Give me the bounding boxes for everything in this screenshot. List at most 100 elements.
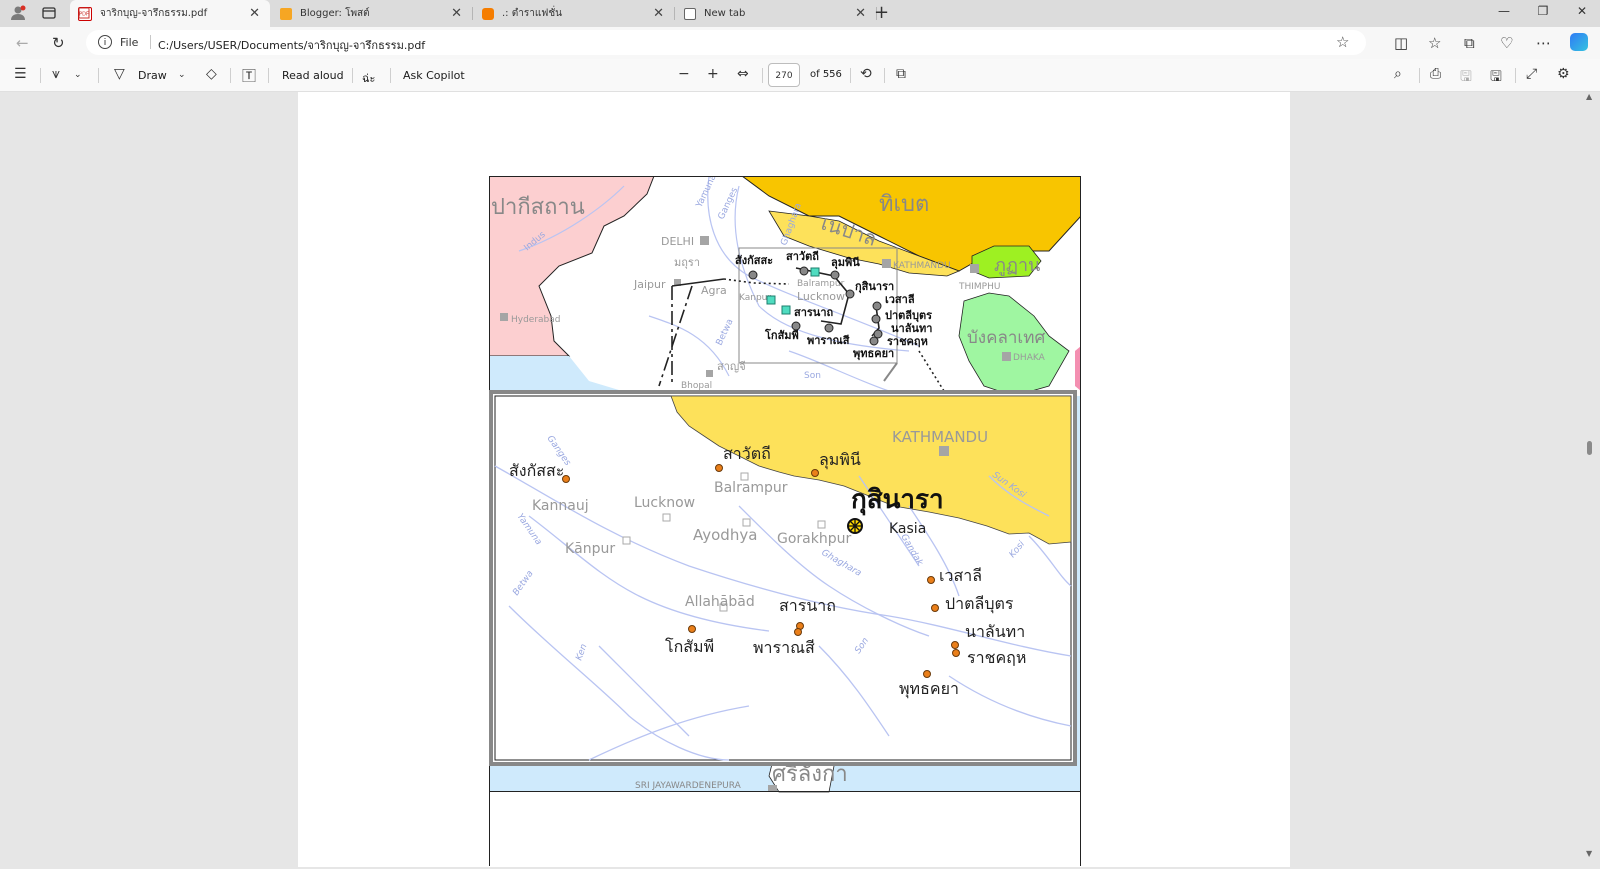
draw-button[interactable]: Draw [138, 69, 167, 82]
site-label-pataliputra: ปาตลีบุตร [945, 594, 1014, 614]
tab-actions-icon[interactable] [42, 6, 56, 20]
city-label-dhaka: DHAKA [1013, 353, 1046, 363]
city-label-lucknow: Lucknow [634, 495, 695, 511]
city-label-delhi: DELHI [661, 235, 694, 248]
city-label-bhopal: Bhopal [681, 381, 712, 391]
site-label-kusinara: กุสินารา [851, 485, 944, 516]
browser-essentials-icon[interactable]: ♡ [1500, 34, 1513, 52]
new-tab-button[interactable]: + [874, 2, 889, 23]
table-of-contents-icon[interactable]: ☰ [14, 66, 27, 82]
page-number-input[interactable]: 270 [768, 63, 800, 87]
chevron-down-icon[interactable]: ⌄ [74, 70, 82, 80]
close-window-icon[interactable]: ✕ [1572, 4, 1592, 22]
scroll-down-icon[interactable]: ▼ [1586, 849, 1592, 858]
country-label-bhutan: ภูฏาน [994, 255, 1040, 276]
close-tab-icon[interactable]: ✕ [653, 6, 664, 21]
site-label-lumbini: ลุมพินี [831, 256, 860, 270]
scroll-up-icon[interactable]: ▲ [1586, 92, 1592, 101]
city-label-jaipur: Jaipur [633, 278, 666, 291]
split-screen-icon[interactable]: ◫ [1394, 34, 1408, 52]
city-label-thimphu: THIMPHU [958, 282, 1000, 292]
site-label-savatthi: สาวัตถี [786, 250, 819, 263]
site-label-bodhgaya: พุทธคยา [853, 347, 894, 361]
search-icon[interactable]: ⌕ [1394, 66, 1402, 82]
city-label-kathmandu: KATHMANDU [892, 428, 988, 446]
tab-title: Blogger: โพสต์ [300, 8, 370, 19]
save-as-icon[interactable]: 🖫 [1490, 66, 1502, 90]
favorite-star-icon[interactable]: ☆ [1336, 33, 1349, 51]
restore-icon[interactable]: ❐ [1533, 4, 1553, 22]
site-label-savatthi: สาวัตถี [723, 444, 771, 463]
city-label-kannauj: Kannauj [532, 498, 589, 514]
pdf-toolbar: ☰ ⩛ ⌄ ▽ Draw ⌄ ◇ 🅃 Read aloud ฉ่ะ Ask Co… [0, 59, 1600, 92]
read-aloud-button[interactable]: Read aloud [282, 69, 344, 82]
chevron-down-icon[interactable]: ⌄ [178, 70, 186, 80]
info-icon[interactable]: i [98, 35, 112, 49]
translate-icon[interactable]: ฉ่ะ [362, 69, 375, 87]
highlight-icon[interactable]: ⩛ [52, 66, 60, 82]
site-label-kosambi: โกสัมพี [665, 637, 714, 656]
close-tab-icon[interactable]: ✕ [855, 6, 866, 21]
page-total: of 556 [810, 69, 842, 80]
zoom-out-icon[interactable]: − [678, 66, 690, 82]
url-text[interactable]: C:/Users/USER/Documents/จาริกบุญ-จารึกธร… [158, 36, 425, 54]
draw-icon[interactable]: ▽ [114, 66, 125, 82]
city-label-balrampur: Balrampur [714, 480, 788, 496]
close-tab-icon[interactable]: ✕ [451, 6, 462, 21]
eraser-icon[interactable]: ◇ [206, 66, 217, 82]
country-label-tibet: ทิเบต [879, 192, 929, 217]
site-label-kusinara: กุสินารา [855, 280, 894, 294]
city-label-sanchi: สาญจี [717, 360, 746, 373]
new-tab-page-icon [684, 7, 696, 20]
city-label-gorakhpur: Gorakhpur [777, 531, 851, 547]
site-label-sankassa: สังกัสสะ [509, 461, 564, 480]
city-label-allahabad: Allahābād [685, 594, 755, 610]
collections-icon[interactable]: ⧉ [1464, 34, 1475, 52]
refresh-icon[interactable]: ↻ [52, 34, 65, 52]
site-label-sarnath: สารนาถ [794, 306, 833, 319]
map-figure: ปากีสถาน ทิเบต เนปาล ภูฏาน บังคลาเทศ ศรี… [488, 173, 1082, 866]
address-bar-row: ← ↻ i File C:/Users/USER/Documents/จาริก… [0, 27, 1600, 59]
tab-blog[interactable]: .: ตำราแฟชั่น ✕ [474, 0, 675, 27]
river-label-son: Son [804, 371, 821, 381]
blogger-icon [482, 7, 494, 20]
full-screen-icon[interactable]: ⤢ [1526, 66, 1537, 82]
tab-title: New tab [704, 8, 746, 19]
tab-blogger[interactable]: Blogger: โพสต์ ✕ [272, 0, 473, 27]
zoom-in-icon[interactable]: + [707, 66, 719, 82]
scrollbar-thumb[interactable] [1587, 441, 1592, 455]
dharma-wheel-icon [847, 518, 863, 534]
detail-inset: Ganges Yamuna Betwa Ken Son Ghaghara Gan… [489, 390, 1077, 766]
profile-icon[interactable] [10, 5, 26, 21]
blogger-icon [280, 7, 292, 20]
back-icon[interactable]: ← [16, 34, 29, 52]
country-label-pakistan: ปากีสถาน [491, 195, 585, 220]
settings-gear-icon[interactable]: ⚙ [1557, 66, 1570, 82]
fit-to-width-icon[interactable]: ⇔ [737, 66, 749, 82]
add-text-icon[interactable]: 🅃 [242, 66, 256, 86]
city-label-ayodhya: Ayodhya [693, 526, 757, 544]
rotate-icon[interactable]: ⟲ [860, 66, 872, 82]
city-label-kanpur: Kānpur [565, 541, 615, 557]
minimize-icon[interactable]: — [1494, 4, 1514, 22]
copilot-icon[interactable] [1570, 33, 1588, 51]
address-bar[interactable]: i File C:/Users/USER/Documents/จาริกบุญ-… [86, 30, 1366, 55]
city-label-kathmandu: KATHMANDU [893, 261, 951, 271]
print-icon[interactable]: ⎙ [1430, 66, 1441, 82]
country-label-bangladesh: บังคลาเทศ [967, 328, 1045, 348]
scrollbar[interactable]: ▲ ▼ [1584, 92, 1596, 867]
page-view-icon[interactable]: ⧉ [896, 66, 906, 82]
tab-new[interactable]: New tab ✕ [676, 0, 877, 27]
city-label-colombo: SRI JAYAWARDENEPURA [635, 781, 742, 791]
favorites-icon[interactable]: ☆ [1428, 34, 1441, 52]
ask-copilot-button[interactable]: Ask Copilot [403, 69, 465, 82]
site-label-vesali: เวสาลี [885, 293, 915, 306]
close-tab-icon[interactable]: ✕ [249, 6, 260, 21]
site-label-nalanda: นาลันทา [965, 622, 1025, 641]
save-icon[interactable]: 🖫 [1460, 66, 1472, 90]
city-label-lucknow: Lucknow [797, 290, 845, 303]
site-label-lumbini: ลุมพินี [819, 450, 861, 470]
more-menu-icon[interactable]: ⋯ [1536, 34, 1551, 52]
city-label-hyderabad: Hyderabad [511, 315, 561, 325]
tab-pdf[interactable]: PDF จาริกบุญ-จารึกธรรม.pdf ✕ [70, 0, 270, 27]
